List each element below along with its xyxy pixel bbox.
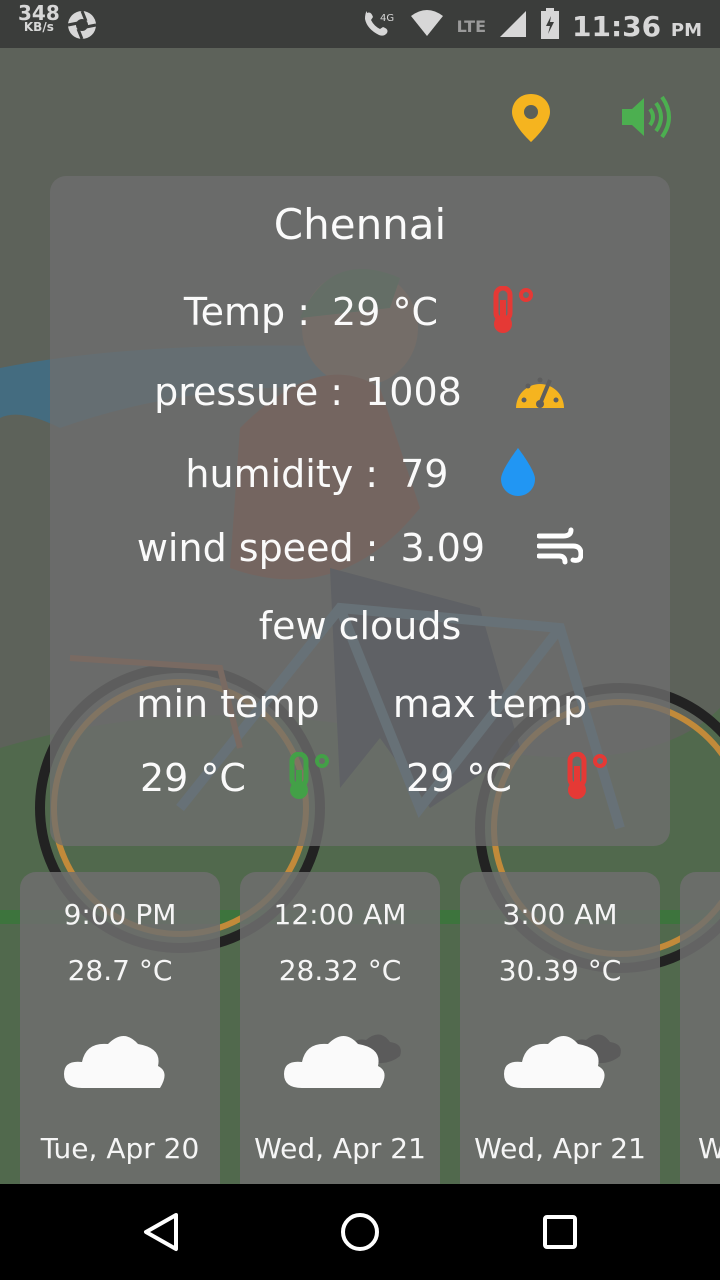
speaker-volume-icon[interactable] bbox=[620, 95, 674, 142]
forecast-time: 3:00 AM bbox=[502, 898, 618, 931]
wind-value: 3.09 bbox=[400, 526, 486, 570]
weather-card: Chennai Temp : 29 °C pressure : 1008 humid… bbox=[50, 176, 670, 846]
navigation-bar bbox=[0, 1184, 720, 1280]
wind-row: wind speed : 3.09 bbox=[50, 526, 670, 575]
network-speed: 348 KB/s bbox=[18, 1, 60, 34]
gauge-icon bbox=[514, 370, 566, 419]
city-name: Chennai bbox=[273, 200, 447, 249]
forecast-temp: 30.39 °C bbox=[498, 954, 622, 987]
water-drop-icon bbox=[500, 448, 535, 505]
network-type-label: 4G bbox=[380, 13, 394, 24]
wind-icon bbox=[536, 526, 584, 575]
clock-ampm: PM bbox=[670, 19, 702, 41]
temperature-value: 29 °C bbox=[332, 290, 439, 334]
max-temp-value: 29 °C bbox=[406, 756, 512, 800]
forecast-temp: 28.7 °C bbox=[67, 954, 173, 987]
min-temp-value: 29 °C bbox=[140, 756, 246, 800]
network-speed-unit: KB/s bbox=[23, 20, 54, 34]
forecast-temp: 28.32 °C bbox=[278, 954, 402, 987]
forecast-time: 9:00 PM bbox=[63, 898, 177, 931]
min-temp-label: min temp bbox=[136, 682, 320, 726]
humidity-value: 79 bbox=[400, 452, 449, 496]
temperature-row: Temp : 29 °C bbox=[50, 285, 670, 343]
pressure-value: 1008 bbox=[365, 370, 462, 414]
cloudy-icon bbox=[460, 1022, 660, 1096]
location-pin-icon[interactable] bbox=[512, 94, 550, 146]
back-icon[interactable] bbox=[142, 1212, 180, 1256]
network-speed-value: 348 bbox=[18, 1, 60, 25]
call-4g-icon: 4G bbox=[363, 9, 397, 43]
lte-label: LTE bbox=[456, 16, 486, 36]
thermometer-hot-icon bbox=[564, 751, 610, 809]
battery-icon bbox=[540, 8, 560, 44]
min-temp-block: 29 °C bbox=[140, 751, 332, 809]
forecast-date: Tue, Apr 20 bbox=[40, 1132, 200, 1165]
status-bar: 348 KB/s 4G LTE 11:36 PM bbox=[0, 0, 720, 48]
signal-icon bbox=[498, 9, 528, 43]
max-temp-label: max temp bbox=[392, 682, 588, 726]
forecast-date: W bbox=[698, 1132, 720, 1165]
forecast-card[interactable]: 9:00 PM 28.7 °C Tue, Apr 20 bbox=[20, 872, 220, 1184]
forecast-date: Wed, Apr 21 bbox=[254, 1132, 426, 1165]
clock-time: 11:36 bbox=[572, 9, 662, 43]
cloudy-icon bbox=[240, 1022, 440, 1096]
aperture-icon bbox=[66, 9, 98, 45]
clock: 11:36 PM bbox=[572, 10, 702, 43]
forecast-card[interactable]: W bbox=[680, 872, 720, 1184]
weather-description: few clouds bbox=[258, 604, 462, 648]
thermometer-hot-icon bbox=[490, 285, 536, 343]
forecast-card[interactable]: 12:00 AM 28.32 °C Wed, Apr 21 bbox=[240, 872, 440, 1184]
thermometer-cold-icon bbox=[286, 751, 332, 809]
forecast-time: 12:00 AM bbox=[273, 898, 407, 931]
forecast-date: Wed, Apr 21 bbox=[474, 1132, 646, 1165]
humidity-label: humidity : bbox=[185, 452, 379, 496]
cloud-icon bbox=[20, 1022, 220, 1096]
pressure-label: pressure : bbox=[154, 370, 344, 414]
wifi-icon bbox=[409, 10, 445, 42]
max-temp-block: 29 °C bbox=[406, 751, 610, 809]
forecast-card[interactable]: 3:00 AM 30.39 °C Wed, Apr 21 bbox=[460, 872, 660, 1184]
recents-icon[interactable] bbox=[542, 1214, 578, 1254]
humidity-row: humidity : 79 bbox=[50, 448, 670, 505]
temperature-label: Temp : bbox=[183, 290, 311, 334]
pressure-row: pressure : 1008 bbox=[50, 370, 670, 419]
wind-label: wind speed : bbox=[136, 526, 379, 570]
home-icon[interactable] bbox=[340, 1212, 380, 1256]
